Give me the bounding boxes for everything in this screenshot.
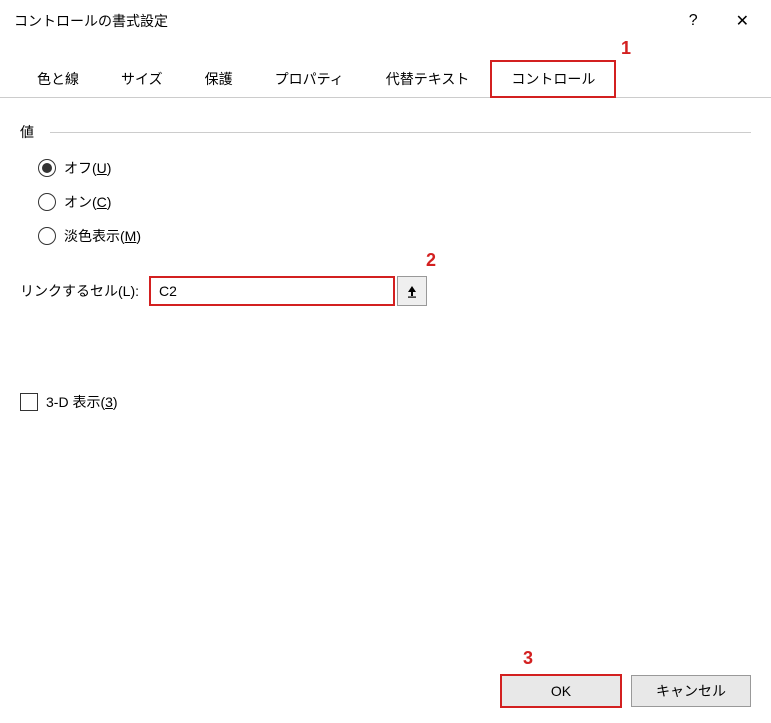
footer: OK キャンセル xyxy=(501,675,751,707)
cancel-button[interactable]: キャンセル xyxy=(631,675,751,707)
radio-off-indicator xyxy=(38,159,56,177)
radio-on-indicator xyxy=(38,193,56,211)
radio-mixed-indicator xyxy=(38,227,56,245)
tab-colors-lines[interactable]: 色と線 xyxy=(16,60,100,97)
tab-alt-text[interactable]: 代替テキスト xyxy=(365,60,491,97)
checkbox-3d-box xyxy=(20,393,38,411)
range-selector-button[interactable] xyxy=(397,276,427,306)
radio-group-value: オフ(U) オン(C) 淡色表示(M) xyxy=(20,158,751,246)
radio-off-label: オフ(U) xyxy=(64,158,111,178)
value-group-label: 値 xyxy=(20,122,42,142)
callout-3: 3 xyxy=(523,648,533,669)
tab-content: 値 オフ(U) オン(C) 淡色表示(M) 2 リンクするセル(L): 3-D … xyxy=(0,98,771,436)
radio-on-label: オン(C) xyxy=(64,192,111,212)
titlebar-buttons: ? ✕ xyxy=(689,7,757,35)
radio-off[interactable]: オフ(U) xyxy=(38,158,751,178)
titlebar: コントロールの書式設定 ? ✕ xyxy=(0,0,771,42)
close-icon[interactable]: ✕ xyxy=(728,7,757,35)
link-cell-row: 2 リンクするセル(L): xyxy=(20,276,751,306)
tab-size[interactable]: サイズ xyxy=(100,60,184,97)
link-cell-label: リンクするセル(L): xyxy=(20,281,139,301)
tab-control[interactable]: コントロール xyxy=(490,60,616,98)
help-icon[interactable]: ? xyxy=(689,12,698,30)
tabs: 色と線 サイズ 保護 プロパティ 代替テキスト コントロール 1 xyxy=(0,60,771,98)
tab-properties[interactable]: プロパティ xyxy=(254,60,365,97)
window-title: コントロールの書式設定 xyxy=(14,11,168,31)
link-cell-input[interactable] xyxy=(149,276,395,306)
ok-button[interactable]: OK xyxy=(501,675,621,707)
tab-protect[interactable]: 保護 xyxy=(184,60,254,97)
checkbox-3d-label: 3-D 表示(3) xyxy=(46,392,118,412)
value-group-header: 値 xyxy=(20,122,751,142)
callout-1: 1 xyxy=(621,38,631,59)
radio-on[interactable]: オン(C) xyxy=(38,192,751,212)
radio-mixed-label: 淡色表示(M) xyxy=(64,226,141,246)
radio-mixed[interactable]: 淡色表示(M) xyxy=(38,226,751,246)
checkbox-3d[interactable]: 3-D 表示(3) xyxy=(20,392,751,412)
range-selector-icon xyxy=(405,284,419,298)
callout-2: 2 xyxy=(426,250,436,271)
